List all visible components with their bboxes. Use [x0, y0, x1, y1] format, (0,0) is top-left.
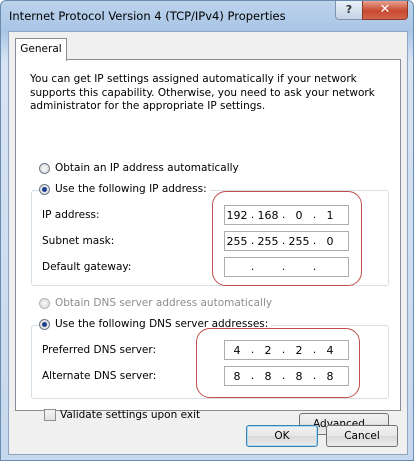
general-panel: You can get IP settings assigned automat…	[15, 59, 401, 435]
ip-highlight-annotation	[212, 191, 362, 286]
help-button[interactable]: ?	[335, 1, 363, 20]
subnet-mask-label: Subnet mask:	[42, 235, 115, 247]
validate-settings-label: Validate settings upon exit	[60, 409, 201, 421]
preferred-dns-label: Preferred DNS server:	[42, 344, 157, 356]
use-following-ip-radio[interactable]: Use the following IP address:	[39, 183, 210, 195]
intro-text: You can get IP settings assigned automat…	[30, 73, 375, 112]
validate-settings-checkbox[interactable]: Validate settings upon exit	[44, 409, 200, 421]
alternate-dns-label: Alternate DNS server:	[42, 370, 157, 382]
dialog-window: Internet Protocol Version 4 (TCP/IPv4) P…	[0, 0, 414, 461]
title-bar[interactable]: Internet Protocol Version 4 (TCP/IPv4) P…	[1, 1, 413, 31]
tab-general[interactable]: General	[15, 38, 67, 61]
obtain-ip-auto-label: Obtain an IP address automatically	[55, 162, 239, 174]
obtain-dns-auto-radio: Obtain DNS server address automatically	[39, 297, 272, 309]
close-button[interactable]: ✕	[362, 1, 408, 20]
default-gateway-label: Default gateway:	[42, 261, 132, 273]
checkbox-box	[44, 409, 56, 421]
radio-dot	[39, 162, 50, 174]
window-title: Internet Protocol Version 4 (TCP/IPv4) P…	[9, 9, 286, 23]
obtain-dns-auto-label: Obtain DNS server address automatically	[55, 297, 273, 309]
dns-highlight-annotation	[196, 328, 360, 398]
radio-dot	[39, 297, 50, 309]
ip-address-label: IP address:	[42, 209, 100, 221]
use-following-ip-label: Use the following IP address:	[55, 183, 207, 195]
radio-dot-selected	[39, 318, 50, 330]
obtain-ip-auto-radio[interactable]: Obtain an IP address automatically	[39, 162, 239, 174]
radio-dot-selected	[39, 183, 50, 195]
cancel-button[interactable]: Cancel	[326, 425, 398, 447]
dialog-client-area: General You can get IP settings assigned…	[8, 31, 408, 455]
ok-button[interactable]: OK	[246, 425, 318, 447]
